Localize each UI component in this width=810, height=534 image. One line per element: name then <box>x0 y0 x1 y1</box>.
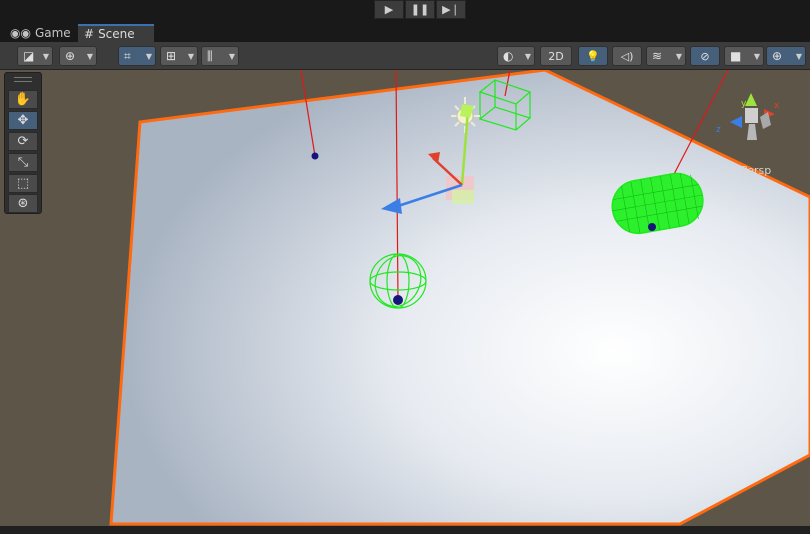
transform-tool-button[interactable]: ⊛ <box>8 194 38 213</box>
play-button[interactable]: ▶ <box>374 0 404 19</box>
rect-tool-button[interactable]: ⬚ <box>8 174 38 193</box>
projection-label[interactable]: Persp <box>741 164 771 177</box>
sphere-icon: ◐ <box>503 49 514 63</box>
transform-icon: ⊛ <box>17 196 29 211</box>
mode-2d-toggle[interactable]: 2D <box>540 46 572 66</box>
hash-icon: # <box>84 27 95 41</box>
tab-scene[interactable]: # Scene <box>78 24 154 42</box>
pause-icon: ❚❚ <box>410 3 430 16</box>
pivot-global-dropdown[interactable]: ⊕ ▼ <box>59 46 97 66</box>
tab-label: Scene <box>98 27 135 41</box>
scene-toolbar: ◪ ▼ ⊕ ▼ ⌗ ▼ ⊞ ▼ ⫼ ▼ ◐ ▼ 2D 💡 ◁) ≋ ▼ ⊘ ■ ▼ ⊕ ▼ <box>0 42 810 70</box>
chevron-down-icon: ▼ <box>753 51 760 61</box>
axis-label-y: y <box>741 99 747 109</box>
chevron-down-icon: ▼ <box>145 51 152 61</box>
layers-icon: ≋ <box>652 49 663 63</box>
chevron-down-icon: ▼ <box>42 51 49 61</box>
move-snap-toggle[interactable]: ⌗ ▼ <box>118 46 156 66</box>
rect-icon: ⬚ <box>16 176 30 191</box>
chevron-down-icon: ▼ <box>228 51 235 61</box>
gizmos-dropdown[interactable]: ⊕ ▼ <box>766 46 806 66</box>
hand-icon: ✋ <box>14 92 32 107</box>
move-arrows-icon: ✥ <box>17 113 29 128</box>
globe-icon: ⊕ <box>65 49 76 63</box>
pause-button[interactable]: ❚❚ <box>405 0 435 19</box>
ground-plane[interactable] <box>109 70 810 526</box>
axis-label-x: x <box>774 101 780 111</box>
lighting-toggle[interactable]: 💡 <box>578 46 608 66</box>
scene-viewport[interactable]: y z x <box>0 70 810 526</box>
chevron-down-icon: ▼ <box>524 51 531 61</box>
audio-toggle[interactable]: ◁) <box>612 46 642 66</box>
orientation-gizmo[interactable]: y z x <box>716 93 780 140</box>
lightbulb-icon: 💡 <box>586 49 600 63</box>
tab-bar: ◉◉ Game # Scene <box>0 22 810 42</box>
play-icon: ▶ <box>384 3 394 16</box>
draw-mode-icon: ◪ <box>23 49 35 63</box>
chevron-down-icon: ▼ <box>795 51 802 61</box>
grid-snap-dropdown[interactable]: ⊞ ▼ <box>160 46 198 66</box>
tools-palette: ✋ ✥ ⟳ ⤡ ⬚ ⊛ <box>4 72 42 214</box>
tab-label: Game <box>34 26 71 40</box>
scale-icon: ⤡ <box>17 155 29 170</box>
rotate-icon: ⟳ <box>17 134 29 149</box>
shading-mode-dropdown[interactable]: ◐ ▼ <box>497 46 535 66</box>
snap-icon: ⌗ <box>124 48 131 63</box>
eye-hidden-icon: ⊘ <box>700 49 710 63</box>
chevron-down-icon: ▼ <box>187 51 194 61</box>
palette-grip[interactable] <box>14 77 32 82</box>
chevron-down-icon: ▼ <box>86 51 93 61</box>
hand-tool-button[interactable]: ✋ <box>8 90 38 109</box>
hit-point <box>393 295 403 305</box>
step-button[interactable]: ▶❘ <box>436 0 466 19</box>
play-bar: ▶ ❚❚ ▶❘ <box>0 0 810 22</box>
speaker-icon: ◁) <box>620 49 634 63</box>
hit-point <box>311 152 319 160</box>
scale-tool-button[interactable]: ⤡ <box>8 153 38 172</box>
status-bar <box>0 526 810 534</box>
scene-render: y z x <box>109 70 810 526</box>
rotate-tool-button[interactable]: ⟳ <box>8 132 38 151</box>
scene-visibility-toggle[interactable]: ⊘ <box>690 46 720 66</box>
draw-mode-dropdown[interactable]: ◪ ▼ <box>17 46 53 66</box>
camera-settings-dropdown[interactable]: ■ ▼ <box>724 46 764 66</box>
grid-icon: ⊞ <box>166 49 177 63</box>
effects-dropdown[interactable]: ≋ ▼ <box>646 46 686 66</box>
ruler-icon: ⫼ <box>207 48 213 63</box>
hit-point <box>648 223 656 231</box>
gizmo-icon: ⊕ <box>772 49 783 63</box>
move-tool-button[interactable]: ✥ <box>8 111 38 130</box>
axis-label-z: z <box>716 125 721 135</box>
chevron-down-icon: ▼ <box>675 51 682 61</box>
increment-snap-dropdown[interactable]: ⫼ ▼ <box>201 46 239 66</box>
camera-icon: ■ <box>730 49 742 63</box>
tab-game[interactable]: ◉◉ Game <box>4 24 76 42</box>
mode-2d-label: 2D <box>548 49 564 63</box>
gamepad-icon: ◉◉ <box>10 26 31 40</box>
step-icon: ▶❘ <box>442 3 460 16</box>
